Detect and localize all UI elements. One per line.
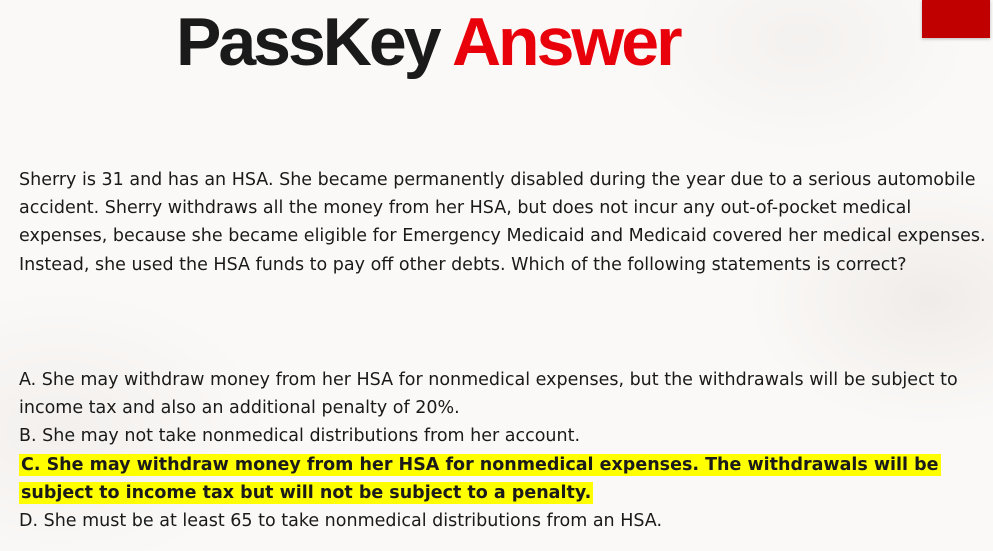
option-a: A. She may withdraw money from her HSA f… xyxy=(19,366,987,422)
option-b: B. She may not take nonmedical distribut… xyxy=(19,422,987,450)
option-c-correct: C. She may withdraw money from her HSA f… xyxy=(19,451,987,507)
slide-title: PassKey Answer xyxy=(176,2,683,82)
answer-options: A. She may withdraw money from her HSA f… xyxy=(19,366,987,535)
question-text: Sherry is 31 and has an HSA. She became … xyxy=(19,170,986,275)
option-d: D. She must be at least 65 to take nonme… xyxy=(19,507,987,535)
title-answer: Answer xyxy=(451,4,683,80)
option-c-text-highlighted: C. She may withdraw money from her HSA f… xyxy=(19,453,941,504)
option-a-text: A. She may withdraw money from her HSA f… xyxy=(19,370,958,419)
title-passkey: PassKey xyxy=(176,4,442,80)
corner-accent-tab xyxy=(922,0,990,38)
option-d-text: D. She must be at least 65 to take nonme… xyxy=(19,511,663,532)
option-b-text: B. She may not take nonmedical distribut… xyxy=(19,426,581,447)
